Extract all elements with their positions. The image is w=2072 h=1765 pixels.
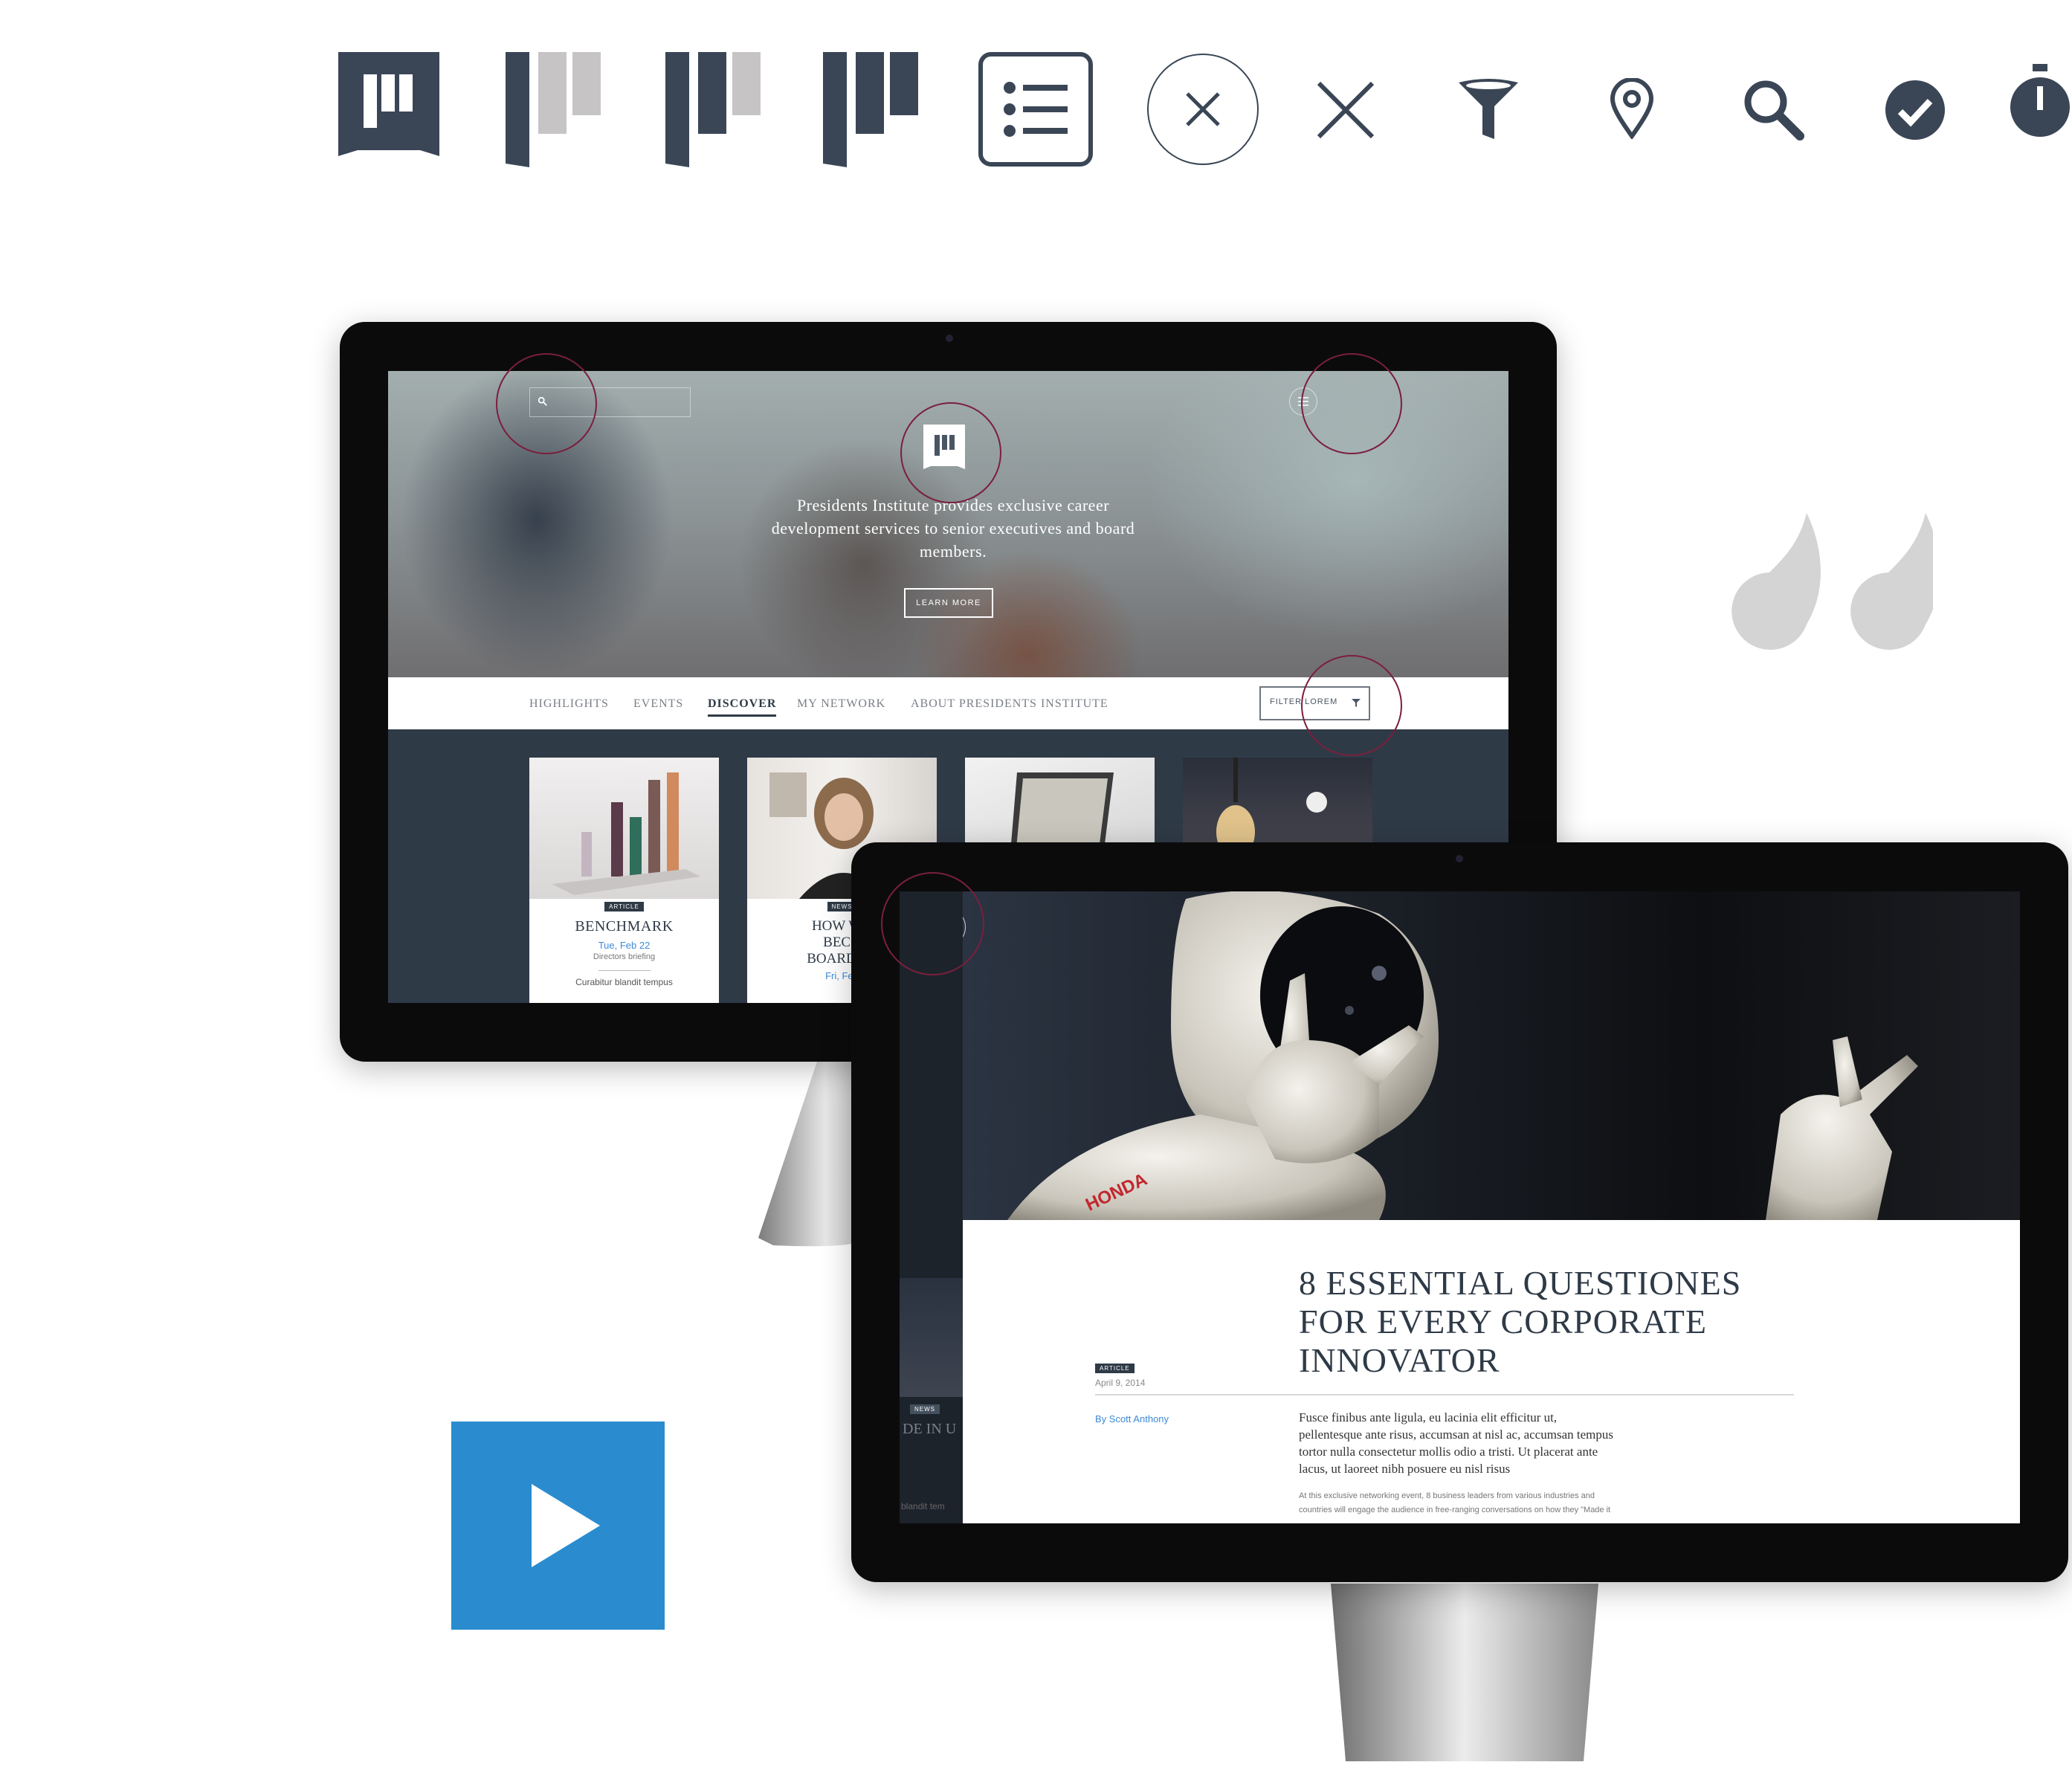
close-icon[interactable] <box>1316 80 1375 140</box>
location-pin-icon <box>1610 78 1654 139</box>
behind-card-image <box>900 1278 966 1397</box>
logo-badge-icon <box>338 52 439 167</box>
search-icon[interactable] <box>1742 78 1804 141</box>
article-title-line2: FOR EVERY CORPORATE <box>1299 1303 1707 1340</box>
logo-variant-light-icon <box>506 52 602 167</box>
close-circle-icon[interactable] <box>1146 52 1260 167</box>
check-circle-icon <box>1885 80 1945 140</box>
monitor-2: NEWS DE IN U blandit tem HONDA 8 ESSENTI… <box>851 842 2068 1582</box>
article-title-line3: INNOVATOR <box>1299 1341 1500 1379</box>
card-subtitle: Directors briefing <box>593 952 656 961</box>
nav-events[interactable]: EVENTS <box>633 697 683 711</box>
article-lead-line1: Fusce finibus ante ligula, eu lacinia el… <box>1299 1410 1558 1424</box>
learn-more-button[interactable]: LEARN MORE <box>904 588 993 618</box>
play-button[interactable] <box>451 1422 665 1630</box>
stopwatch-icon <box>2010 64 2070 138</box>
article-lead-line4: lacus, ut laoreet nibh posuere eu nisl r… <box>1299 1462 1511 1476</box>
robot-hero-image: HONDA <box>963 891 2020 1220</box>
annotation-circle-close <box>881 872 984 975</box>
article-title-line1: 8 ESSENTIAL QUESTIONES <box>1299 1264 1742 1302</box>
logo-variant-mixed-icon <box>665 52 762 167</box>
article-body-line1: At this exclusive networking event, 8 bu… <box>1299 1491 1595 1500</box>
annotation-circle-logo <box>900 402 1001 503</box>
camera-dot <box>1456 855 1463 862</box>
nav-my-network[interactable]: MY NETWORK <box>797 697 885 711</box>
annotation-circle-menu <box>1301 353 1402 454</box>
article-date: April 9, 2014 <box>1095 1378 1146 1388</box>
article-lead-line3: tortor nulla consectetur mollis odio a t… <box>1299 1445 1598 1459</box>
card-badge: ARTICLE <box>604 902 644 911</box>
monitor-2-screen: HONDA 8 ESSENTIAL QUESTIONES FOR EVERY C… <box>963 891 2020 1523</box>
annotation-circle-filter <box>1301 655 1402 756</box>
camera-dot <box>946 335 953 342</box>
behind-title: DE IN U <box>903 1421 957 1437</box>
monitor-2-stand <box>1316 1584 1613 1761</box>
card-snippet: Curabitur blandit tempus <box>575 977 673 987</box>
nav-about[interactable]: ABOUT PRESIDENTS INSTITUTE <box>911 697 1108 711</box>
article-body-line2: countries will engage the audience in fr… <box>1299 1506 1611 1514</box>
nav-discover[interactable]: DISCOVER <box>708 697 777 717</box>
play-icon <box>532 1484 600 1567</box>
card-benchmark[interactable]: ARTICLE BENCHMARK Tue, Feb 22 Directors … <box>529 758 719 1003</box>
article-lead-line2: pellentesque ante risus, accumsan at nis… <box>1299 1427 1613 1442</box>
hero-text: Presidents Institute provides exclusive … <box>771 496 1135 561</box>
card-title: BENCHMARK <box>575 918 674 935</box>
nav-highlights[interactable]: HIGHLIGHTS <box>529 697 609 711</box>
article-divider <box>1095 1394 1794 1395</box>
annotation-circle-search <box>496 353 597 454</box>
filter-icon[interactable] <box>1457 78 1520 139</box>
card-divider <box>598 970 651 971</box>
quote-mark-icon <box>1725 498 1933 662</box>
card-image-bars <box>529 758 719 899</box>
list-menu-icon[interactable] <box>978 52 1093 167</box>
behind-page-strip: NEWS DE IN U blandit tem <box>900 891 966 1523</box>
card-date: Tue, Feb 22 <box>598 940 651 951</box>
behind-snippet: blandit tem <box>901 1501 945 1511</box>
article-author[interactable]: By Scott Anthony <box>1095 1413 1169 1424</box>
article-badge: ARTICLE <box>1095 1364 1135 1373</box>
logo-variant-dark-icon <box>823 52 920 167</box>
behind-badge: NEWS <box>910 1404 940 1414</box>
